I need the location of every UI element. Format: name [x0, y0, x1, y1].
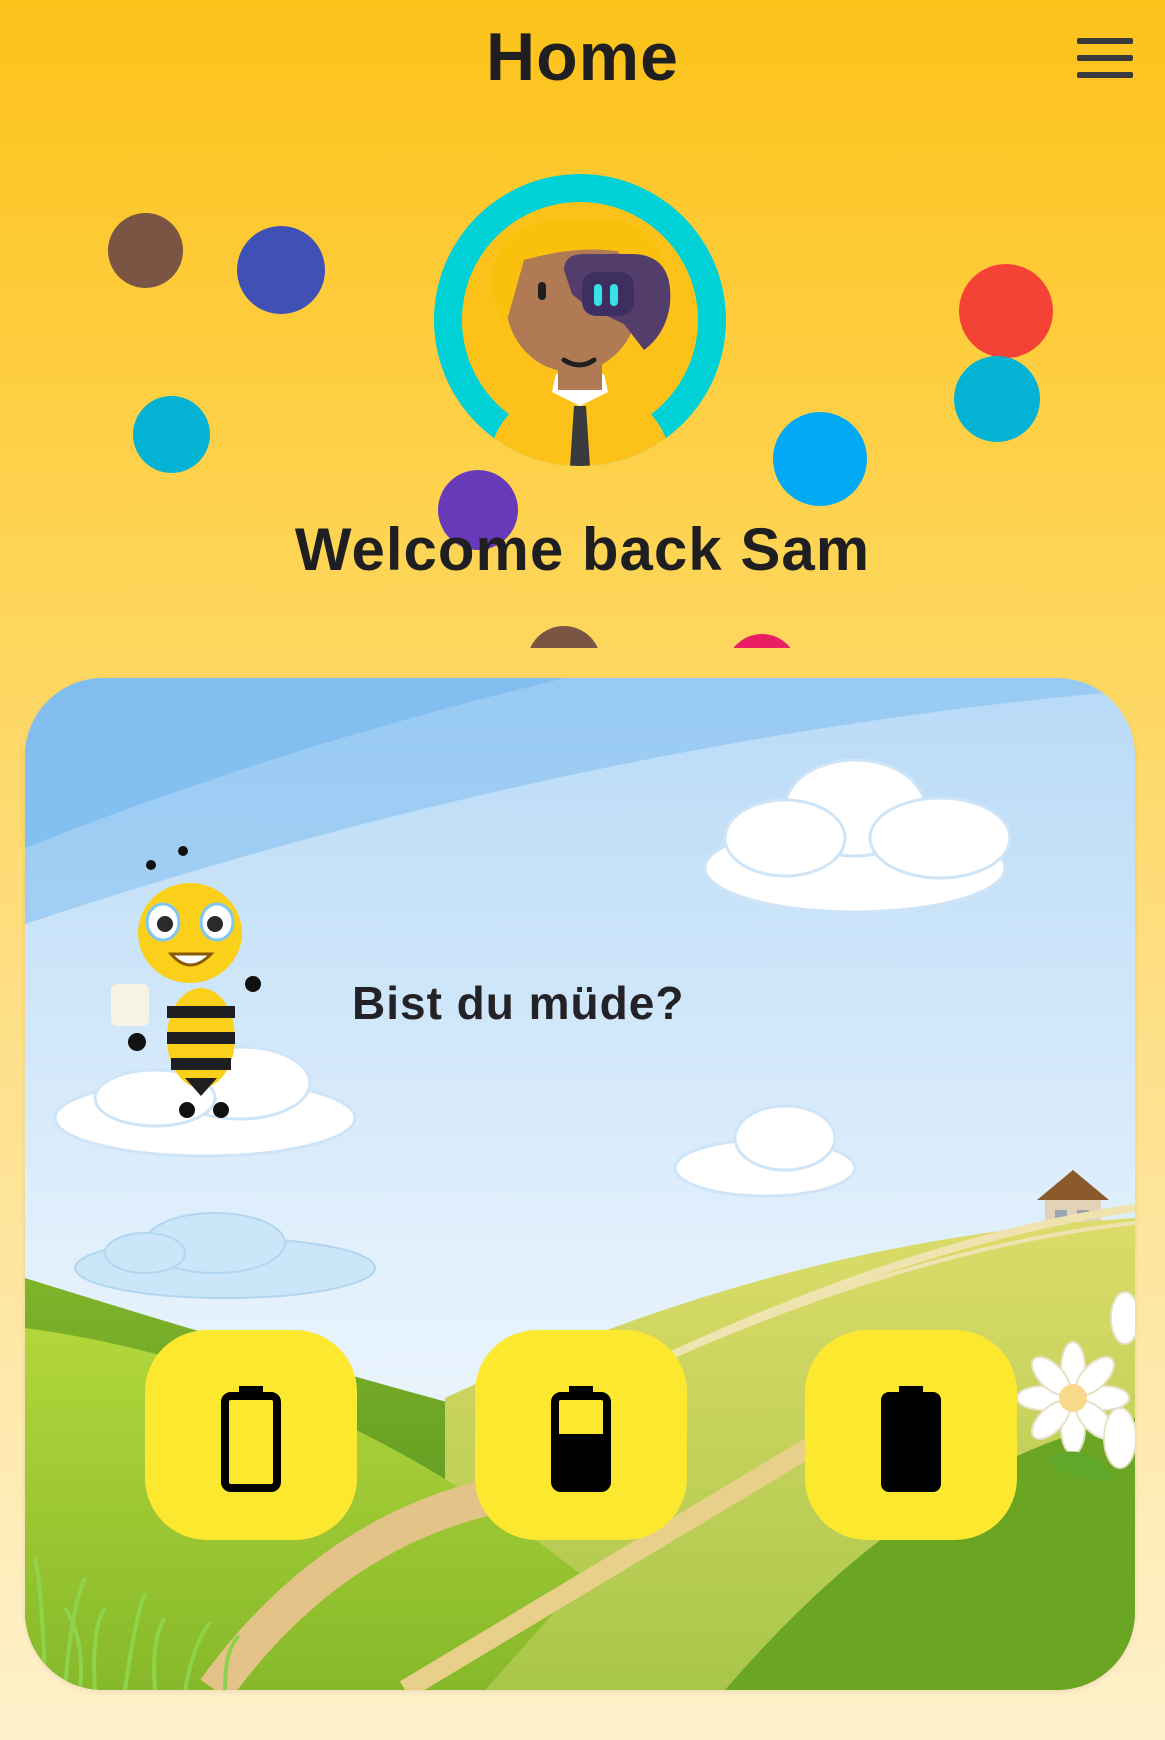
decorative-dot	[237, 226, 325, 314]
welcome-message: Welcome back Sam	[294, 516, 871, 583]
user-avatar	[434, 174, 726, 466]
hamburger-menu-icon[interactable]	[1077, 38, 1133, 80]
decorative-dot	[959, 264, 1053, 358]
battery-half-button[interactable]	[475, 1330, 687, 1540]
battery-empty-icon	[221, 1386, 281, 1492]
battery-full-button[interactable]	[805, 1330, 1017, 1540]
decorative-dot	[954, 356, 1040, 442]
decorative-dot	[773, 412, 867, 506]
page-title: Home	[486, 19, 679, 95]
battery-empty-button[interactable]	[145, 1330, 357, 1540]
decorative-dot	[133, 396, 210, 473]
battery-half-icon	[551, 1386, 611, 1492]
question-text: Bist du müde?	[352, 977, 685, 1029]
battery-full-icon	[881, 1386, 941, 1492]
decorative-dot	[108, 213, 183, 288]
decorative-dots-strip	[0, 600, 1165, 648]
